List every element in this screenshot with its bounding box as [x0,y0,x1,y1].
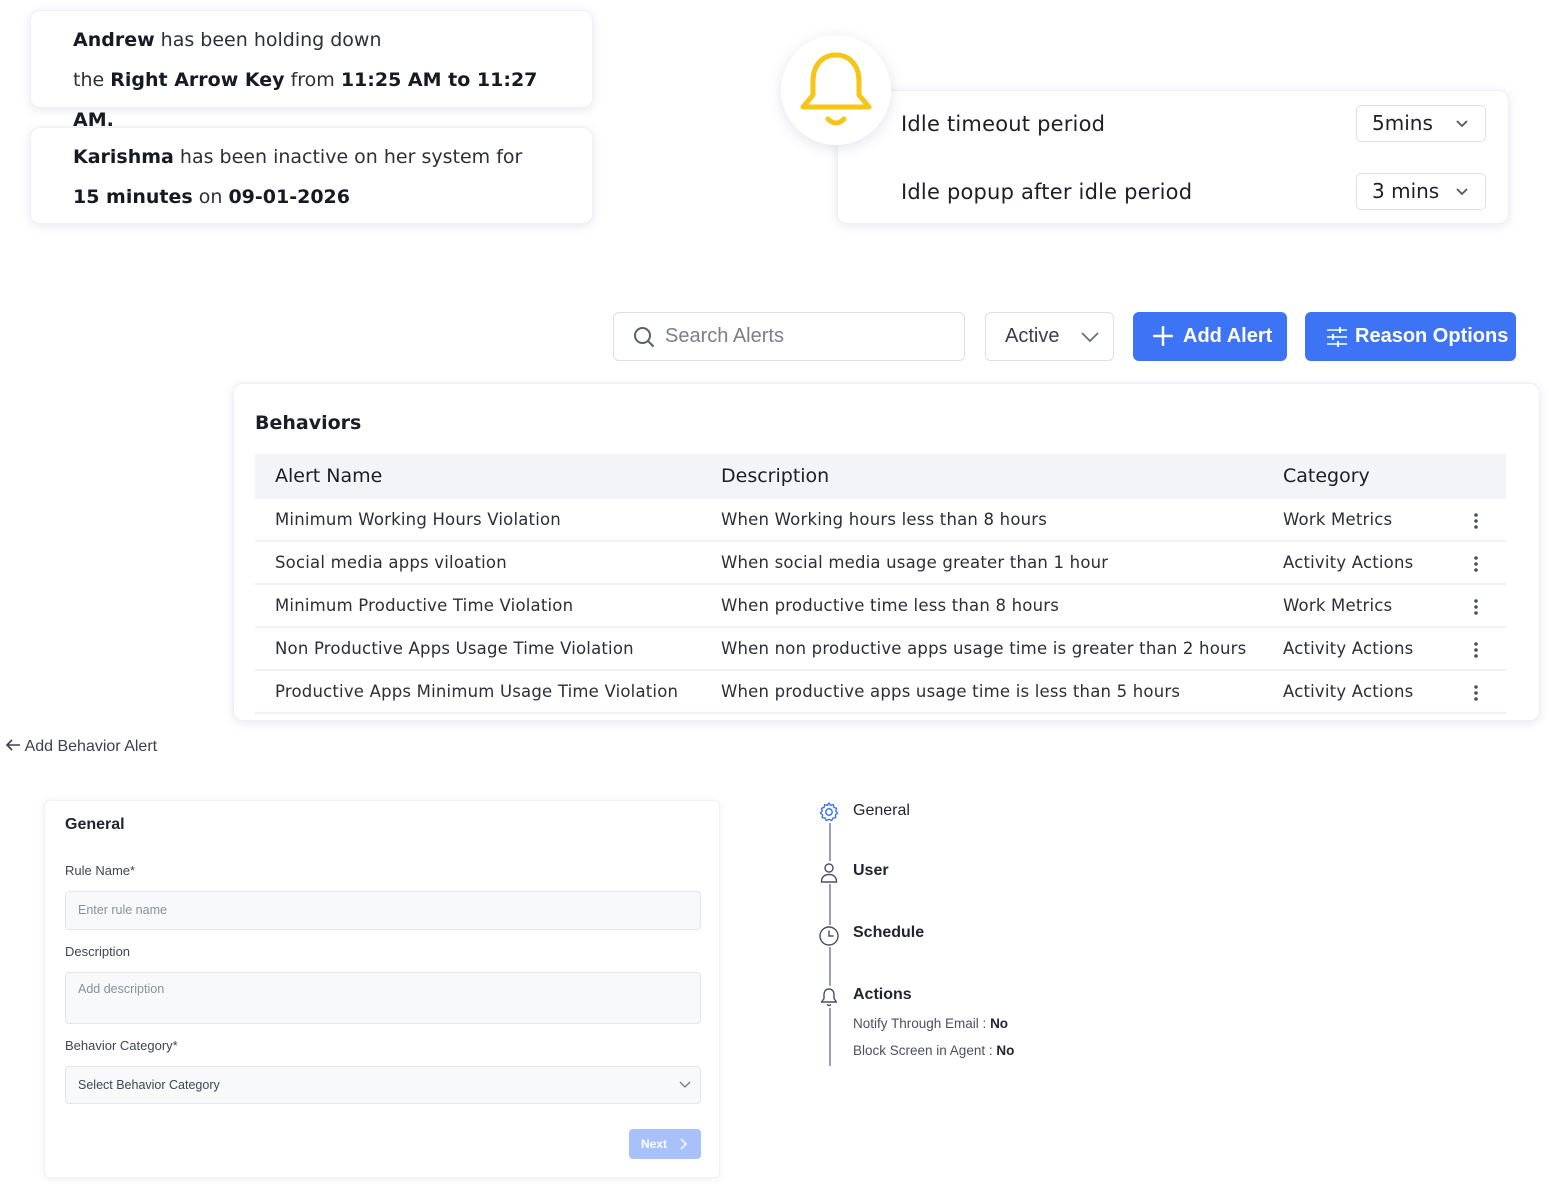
gear-icon [818,801,840,823]
idle-timeout-label: Idle timeout period [901,112,1106,136]
alert-name-cell: Productive Apps Minimum Usage Time Viola… [275,682,679,701]
table-row[interactable]: Minimum Productive Time Violation When pr… [255,585,1506,628]
chevron-down-icon [679,1067,691,1117]
notification-card-inactive: Karishma has been inactive on her system… [30,127,593,224]
step-actions[interactable]: Actions [853,986,912,1004]
behaviors-table: Alert Name Description Category Minimum … [255,454,1506,714]
kebab-menu-icon[interactable] [1473,684,1479,702]
stepper-connector [829,1008,831,1066]
back-link[interactable]: Add Behavior Alert [5,738,157,756]
section-title: Behaviors [255,412,362,434]
notify-email-status: Notify Through Email : No [853,1016,1009,1031]
reason-options-button[interactable]: Reason Options [1305,312,1516,361]
stepper-connector [829,884,831,926]
reason-options-label: Reason Options [1355,325,1509,347]
kebab-menu-icon[interactable] [1473,641,1479,659]
search-placeholder: Search Alerts [665,325,784,347]
rule-name-field[interactable]: Enter rule name [65,891,701,930]
table-header: Alert Name Description Category [255,454,1506,499]
behavior-category-select[interactable]: Select Behavior Category [65,1066,701,1104]
chevron-down-icon [1455,106,1469,155]
behavior-category-label: Behavior Category* [65,1038,178,1053]
rule-name-label: Rule Name* [65,863,136,878]
notification-card-holding-key: Andrew has been holding down the Right A… [30,10,593,131]
idle-timeout-value: 5mins [1372,111,1433,135]
category-cell: Activity Actions [1283,639,1414,658]
idle-popup-label: Idle popup after idle period [901,180,1193,204]
kebab-menu-icon[interactable] [1473,555,1479,573]
description-placeholder: Add description [78,982,165,996]
next-label: Next [641,1137,668,1151]
description-cell: When Working hours less than 8 hours [721,510,1048,529]
bell-icon [781,35,891,145]
alert-name-cell: Social media apps viloation [275,553,507,572]
idle-popup-value: 3 mins [1372,179,1440,203]
arrow-left-icon [5,738,25,755]
stepper-connector [829,823,831,861]
table-row[interactable]: Non Productive Apps Usage Time Violation… [255,628,1506,671]
add-alert-label: Add Alert [1183,325,1273,347]
column-header-category: Category [1283,465,1370,487]
step-user[interactable]: User [853,862,889,880]
clock-icon [818,925,840,947]
description-cell: When productive time less than 8 hours [721,596,1060,615]
step-general[interactable]: General [853,802,910,820]
description-cell: When non productive apps usage time is g… [721,639,1247,658]
description-field[interactable]: Add description [65,972,701,1024]
status-filter-select[interactable]: Active [985,312,1114,361]
alert-name-cell: Non Productive Apps Usage Time Violation [275,639,634,658]
table-body: Minimum Working Hours Violation When Work… [255,499,1506,714]
column-header-alert-name: Alert Name [275,465,383,487]
chevron-right-icon [679,1138,688,1153]
column-header-description: Description [721,465,830,487]
status-filter-value: Active [1005,325,1060,347]
chevron-down-icon [1455,174,1469,223]
sliders-icon [1326,327,1348,353]
kebab-menu-icon[interactable] [1473,512,1479,530]
idle-timeout-select[interactable]: 5mins [1356,105,1486,142]
category-cell: Activity Actions [1283,682,1414,701]
category-cell: Work Metrics [1283,510,1393,529]
user-icon [818,861,840,883]
stepper-connector [829,946,831,988]
table-row[interactable]: Minimum Working Hours Violation When Work… [255,499,1506,542]
description-label: Description [65,944,131,959]
table-row[interactable]: Social media apps viloation When social m… [255,542,1506,585]
kebab-menu-icon[interactable] [1473,598,1479,616]
alert-name-cell: Minimum Productive Time Violation [275,596,574,615]
idle-settings-card: Idle timeout period 5mins Idle popup aft… [837,90,1509,224]
search-input[interactable]: Search Alerts [613,312,965,361]
bell-outline-icon [818,986,840,1008]
alert-name-cell: Minimum Working Hours Violation [275,510,561,529]
category-cell: Activity Actions [1283,553,1414,572]
rule-name-placeholder: Enter rule name [78,903,167,917]
notification-line: Andrew has been holding down [73,29,382,51]
search-icon [633,326,655,352]
description-cell: When productive apps usage time is less … [721,682,1181,701]
add-alert-button[interactable]: Add Alert [1133,312,1287,361]
behavior-category-placeholder: Select Behavior Category [78,1078,220,1092]
step-schedule[interactable]: Schedule [853,924,924,942]
chevron-down-icon [1080,329,1100,349]
category-cell: Work Metrics [1283,596,1393,615]
behaviors-table-card: Behaviors Alert Name Description Categor… [233,383,1540,721]
plus-icon [1152,325,1174,352]
table-row[interactable]: Productive Apps Minimum Usage Time Viola… [255,671,1506,714]
notification-line: 15 minutes on 09-01-2026 [73,186,350,208]
notification-line: Karishma has been inactive on her system… [73,146,523,168]
back-link-label: Add Behavior Alert [24,738,158,755]
block-screen-status: Block Screen in Agent : No [853,1043,1015,1058]
idle-popup-select[interactable]: 3 mins [1356,173,1486,210]
general-form-card: General Rule Name* Enter rule name Descr… [44,800,720,1178]
next-button[interactable]: Next [629,1129,701,1159]
description-cell: When social media usage greater than 1 h… [721,553,1109,572]
form-section-title: General [65,816,125,833]
